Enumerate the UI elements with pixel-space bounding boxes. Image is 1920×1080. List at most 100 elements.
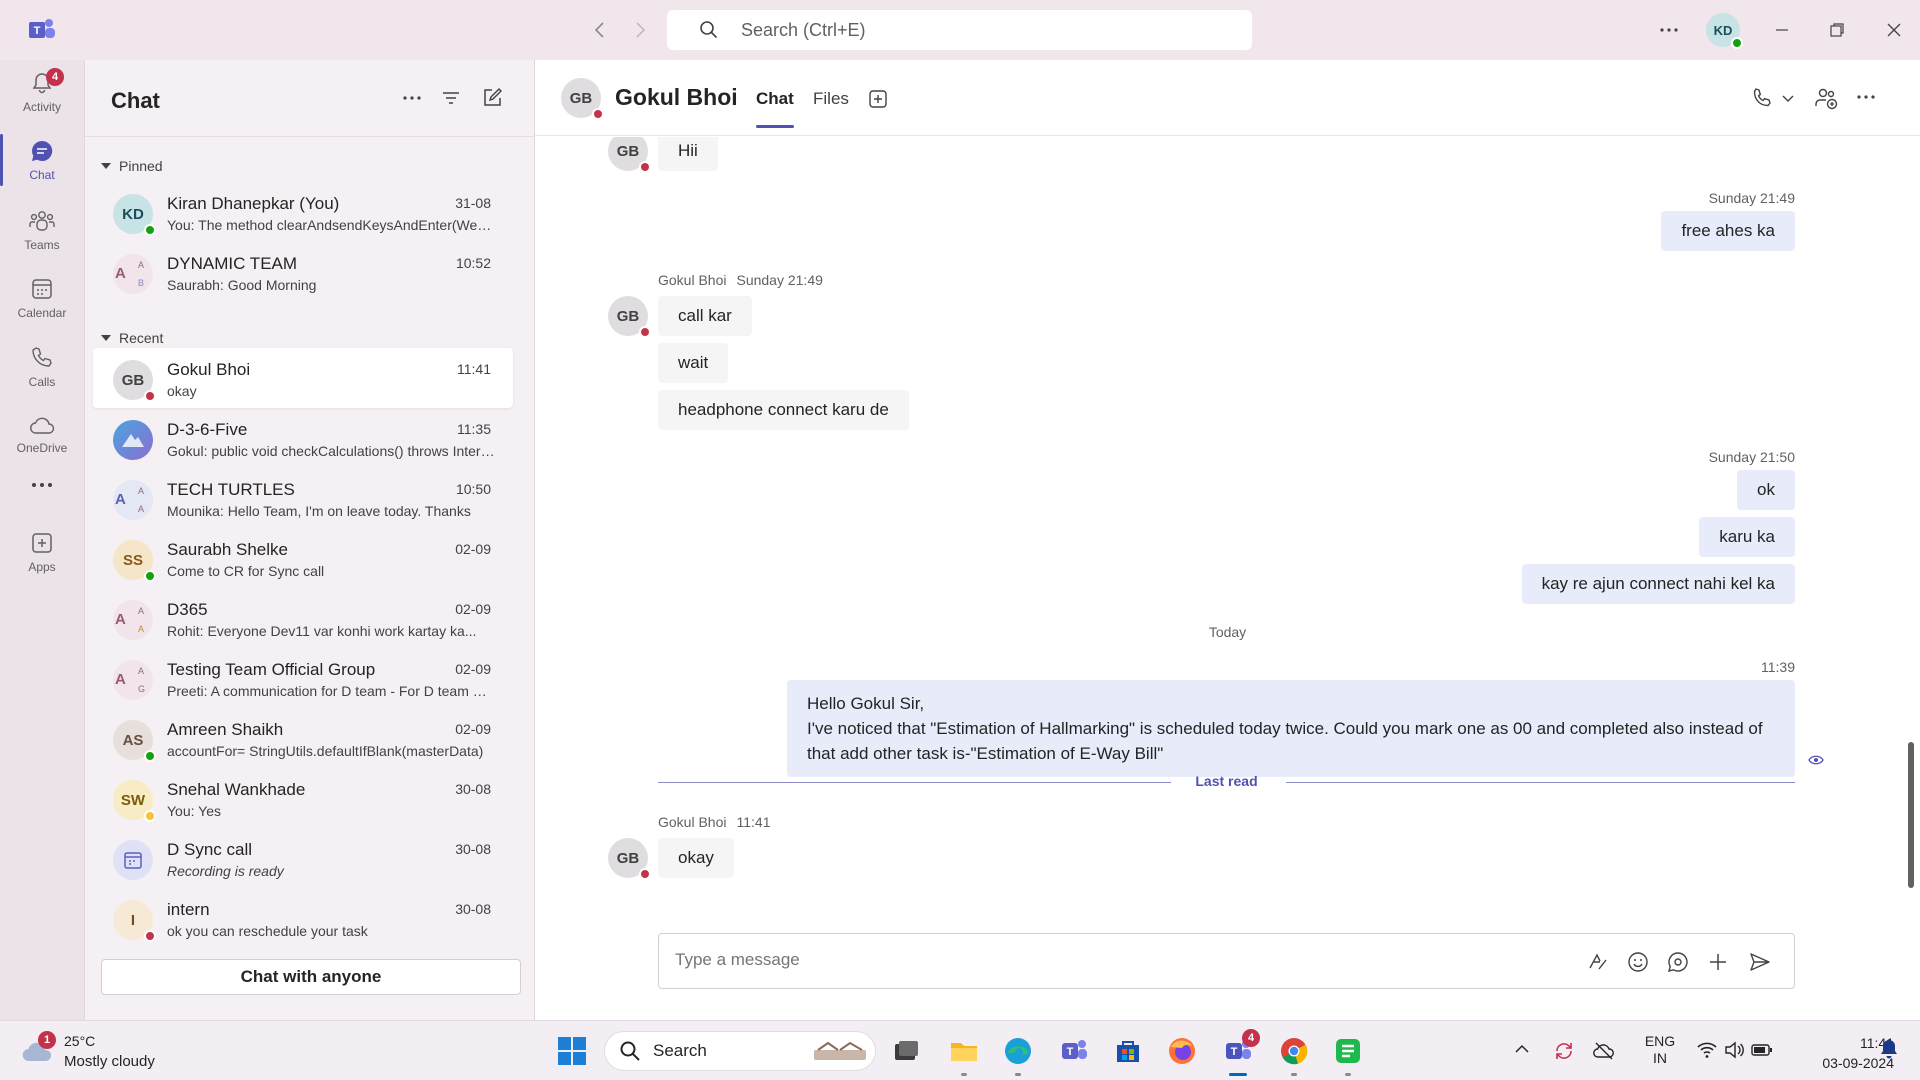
presence-busy-icon bbox=[144, 390, 156, 402]
recent-section-header[interactable]: Recent bbox=[101, 330, 163, 346]
message-composer[interactable] bbox=[658, 933, 1795, 989]
teams-work-icon[interactable]: T 4 bbox=[1222, 1029, 1260, 1067]
close-icon[interactable] bbox=[1884, 20, 1904, 40]
more-options-icon[interactable] bbox=[1657, 18, 1681, 42]
add-tab-icon[interactable] bbox=[867, 88, 889, 110]
restore-icon[interactable] bbox=[1827, 20, 1847, 40]
outgoing-message[interactable]: kay re ajun connect nahi kel ka bbox=[1521, 564, 1795, 604]
rail-item-calendar[interactable]: Calendar bbox=[0, 266, 84, 330]
loop-component-icon[interactable] bbox=[1666, 950, 1690, 974]
chat-time: 31-08 bbox=[455, 195, 491, 211]
rail-item-activity[interactable]: 4 Activity bbox=[0, 60, 84, 124]
rail-item-teams[interactable]: Teams bbox=[0, 198, 84, 262]
firefox-icon[interactable] bbox=[1166, 1035, 1198, 1067]
chat-list-item[interactable]: SW Snehal Wankhade 30-08 You: Yes bbox=[93, 768, 513, 828]
emoji-icon[interactable] bbox=[1626, 950, 1650, 974]
chevron-down-icon[interactable] bbox=[1780, 90, 1796, 106]
send-icon[interactable] bbox=[1748, 950, 1772, 974]
filter-icon[interactable] bbox=[440, 87, 462, 109]
outgoing-message[interactable]: ok bbox=[1737, 470, 1795, 510]
weather-widget[interactable]: 1 25°C Mostly cloudy bbox=[20, 1027, 220, 1075]
network-off-cloud-icon[interactable] bbox=[1592, 1039, 1616, 1063]
show-hidden-icons-chevron-icon[interactable] bbox=[1512, 1039, 1532, 1059]
outgoing-message[interactable]: karu ka bbox=[1699, 517, 1795, 557]
add-attachment-icon[interactable] bbox=[1706, 950, 1730, 974]
taskbar-search[interactable]: Search bbox=[604, 1031, 876, 1071]
chat-list-item[interactable]: I intern 30-08 ok you can reschedule you… bbox=[93, 888, 513, 948]
profile-avatar[interactable]: KD bbox=[1706, 13, 1743, 49]
chat-list-item[interactable]: SS Saurabh Shelke 02-09 Come to CR for S… bbox=[93, 528, 513, 588]
battery-icon[interactable] bbox=[1750, 1039, 1774, 1061]
outgoing-message[interactable]: free ahes ka bbox=[1661, 211, 1795, 251]
chat-list-item[interactable]: A A G Testing Team Official Group 02-09 … bbox=[93, 648, 513, 708]
sender-avatar[interactable]: GB bbox=[608, 137, 651, 173]
avatar: SS bbox=[113, 540, 156, 582]
chat-list-item[interactable]: D-3-6-Five 11:35 Gokul: public void chec… bbox=[93, 408, 513, 468]
teams-badge: 4 bbox=[1242, 1029, 1260, 1047]
message-input[interactable] bbox=[675, 950, 1575, 970]
rail-item-chat[interactable]: Chat bbox=[0, 128, 84, 192]
chat-list-item[interactable]: KD Kiran Dhanepkar (You) 31-08 You: The … bbox=[93, 182, 513, 242]
presence-available-icon bbox=[144, 750, 156, 762]
tab-files[interactable]: Files bbox=[813, 89, 849, 109]
forward-arrow-icon[interactable] bbox=[628, 18, 652, 42]
rail-item-apps[interactable]: Apps bbox=[0, 520, 84, 584]
sender-avatar[interactable]: GB bbox=[608, 838, 651, 880]
chat-with-anyone-button[interactable]: Chat with anyone bbox=[101, 959, 521, 995]
rail-item-calls[interactable]: Calls bbox=[0, 335, 84, 399]
volume-icon[interactable] bbox=[1723, 1039, 1745, 1061]
sheets-app-icon[interactable] bbox=[1332, 1035, 1364, 1067]
message-timestamp: Sunday 21:49 bbox=[1708, 190, 1795, 206]
add-apps-icon bbox=[32, 533, 52, 553]
tab-chat[interactable]: Chat bbox=[756, 89, 794, 128]
avatar-initials: A bbox=[115, 671, 126, 688]
rail-item-onedrive[interactable]: OneDrive bbox=[0, 403, 84, 467]
chat-list-item[interactable]: AS Amreen Shaikh 02-09 accountFor= Strin… bbox=[93, 708, 513, 768]
task-view-icon[interactable] bbox=[890, 1035, 922, 1067]
back-arrow-icon[interactable] bbox=[588, 18, 612, 42]
avatar: AS bbox=[113, 720, 156, 762]
chat-time: 10:50 bbox=[455, 481, 491, 497]
rail-label: Activity bbox=[22, 100, 61, 114]
more-options-icon[interactable] bbox=[1855, 86, 1877, 108]
recent-label: Recent bbox=[119, 330, 164, 346]
sender-avatar[interactable]: GB bbox=[608, 296, 651, 338]
notification-bell-icon[interactable] bbox=[1878, 1037, 1900, 1061]
incoming-message[interactable]: wait bbox=[658, 343, 729, 383]
avatar[interactable]: GB bbox=[561, 78, 604, 120]
message-timestamp: 11:41 bbox=[736, 814, 771, 830]
wifi-icon[interactable] bbox=[1696, 1039, 1718, 1061]
chat-list-item[interactable]: A A A TECH TURTLES 10:50 Mounika: Hello … bbox=[93, 468, 513, 528]
incoming-message[interactable]: call kar bbox=[658, 296, 752, 336]
minimize-icon[interactable] bbox=[1772, 20, 1792, 40]
microsoft-store-icon[interactable] bbox=[1112, 1035, 1144, 1067]
search-input[interactable]: Search (Ctrl+E) bbox=[667, 10, 1252, 50]
chat-list-item[interactable]: A A A D365 02-09 Rohit: Everyone Dev11 v… bbox=[93, 588, 513, 648]
scrollbar-thumb[interactable] bbox=[1908, 742, 1914, 888]
rail-more-icon[interactable] bbox=[0, 462, 84, 512]
chrome-icon[interactable] bbox=[1278, 1035, 1310, 1067]
call-phone-icon[interactable] bbox=[1750, 86, 1774, 110]
teams-personal-icon[interactable]: T bbox=[1058, 1035, 1090, 1067]
windows-start-icon[interactable] bbox=[556, 1035, 588, 1067]
add-people-icon[interactable] bbox=[1813, 86, 1839, 110]
chat-list-item[interactable]: D Sync call 30-08 Recording is ready bbox=[93, 828, 513, 888]
search-icon bbox=[700, 21, 718, 39]
input-language[interactable]: ENG IN bbox=[1640, 1033, 1680, 1067]
chat-time: 02-09 bbox=[455, 601, 491, 617]
incoming-message[interactable]: headphone connect karu de bbox=[658, 390, 909, 430]
format-icon[interactable] bbox=[1586, 950, 1610, 974]
outgoing-message[interactable]: Hello Gokul Sir, I've noticed that "Esti… bbox=[787, 680, 1795, 777]
teams-people-icon bbox=[29, 211, 55, 231]
incoming-message[interactable]: Hii bbox=[658, 137, 718, 171]
pinned-section-header[interactable]: Pinned bbox=[101, 158, 163, 174]
chat-list-item-selected[interactable]: GB Gokul Bhoi 11:41 okay bbox=[93, 348, 513, 408]
chat-list-item[interactable]: A A B DYNAMIC TEAM 10:52 Saurabh: Good M… bbox=[93, 242, 513, 302]
file-explorer-icon[interactable] bbox=[948, 1035, 980, 1067]
chat-name: Amreen Shaikh bbox=[167, 720, 284, 739]
sync-icon[interactable] bbox=[1552, 1039, 1576, 1063]
edge-browser-icon[interactable] bbox=[1002, 1035, 1034, 1067]
new-chat-icon[interactable] bbox=[481, 87, 503, 109]
more-options-icon[interactable] bbox=[401, 87, 423, 109]
incoming-message[interactable]: okay bbox=[658, 838, 734, 878]
